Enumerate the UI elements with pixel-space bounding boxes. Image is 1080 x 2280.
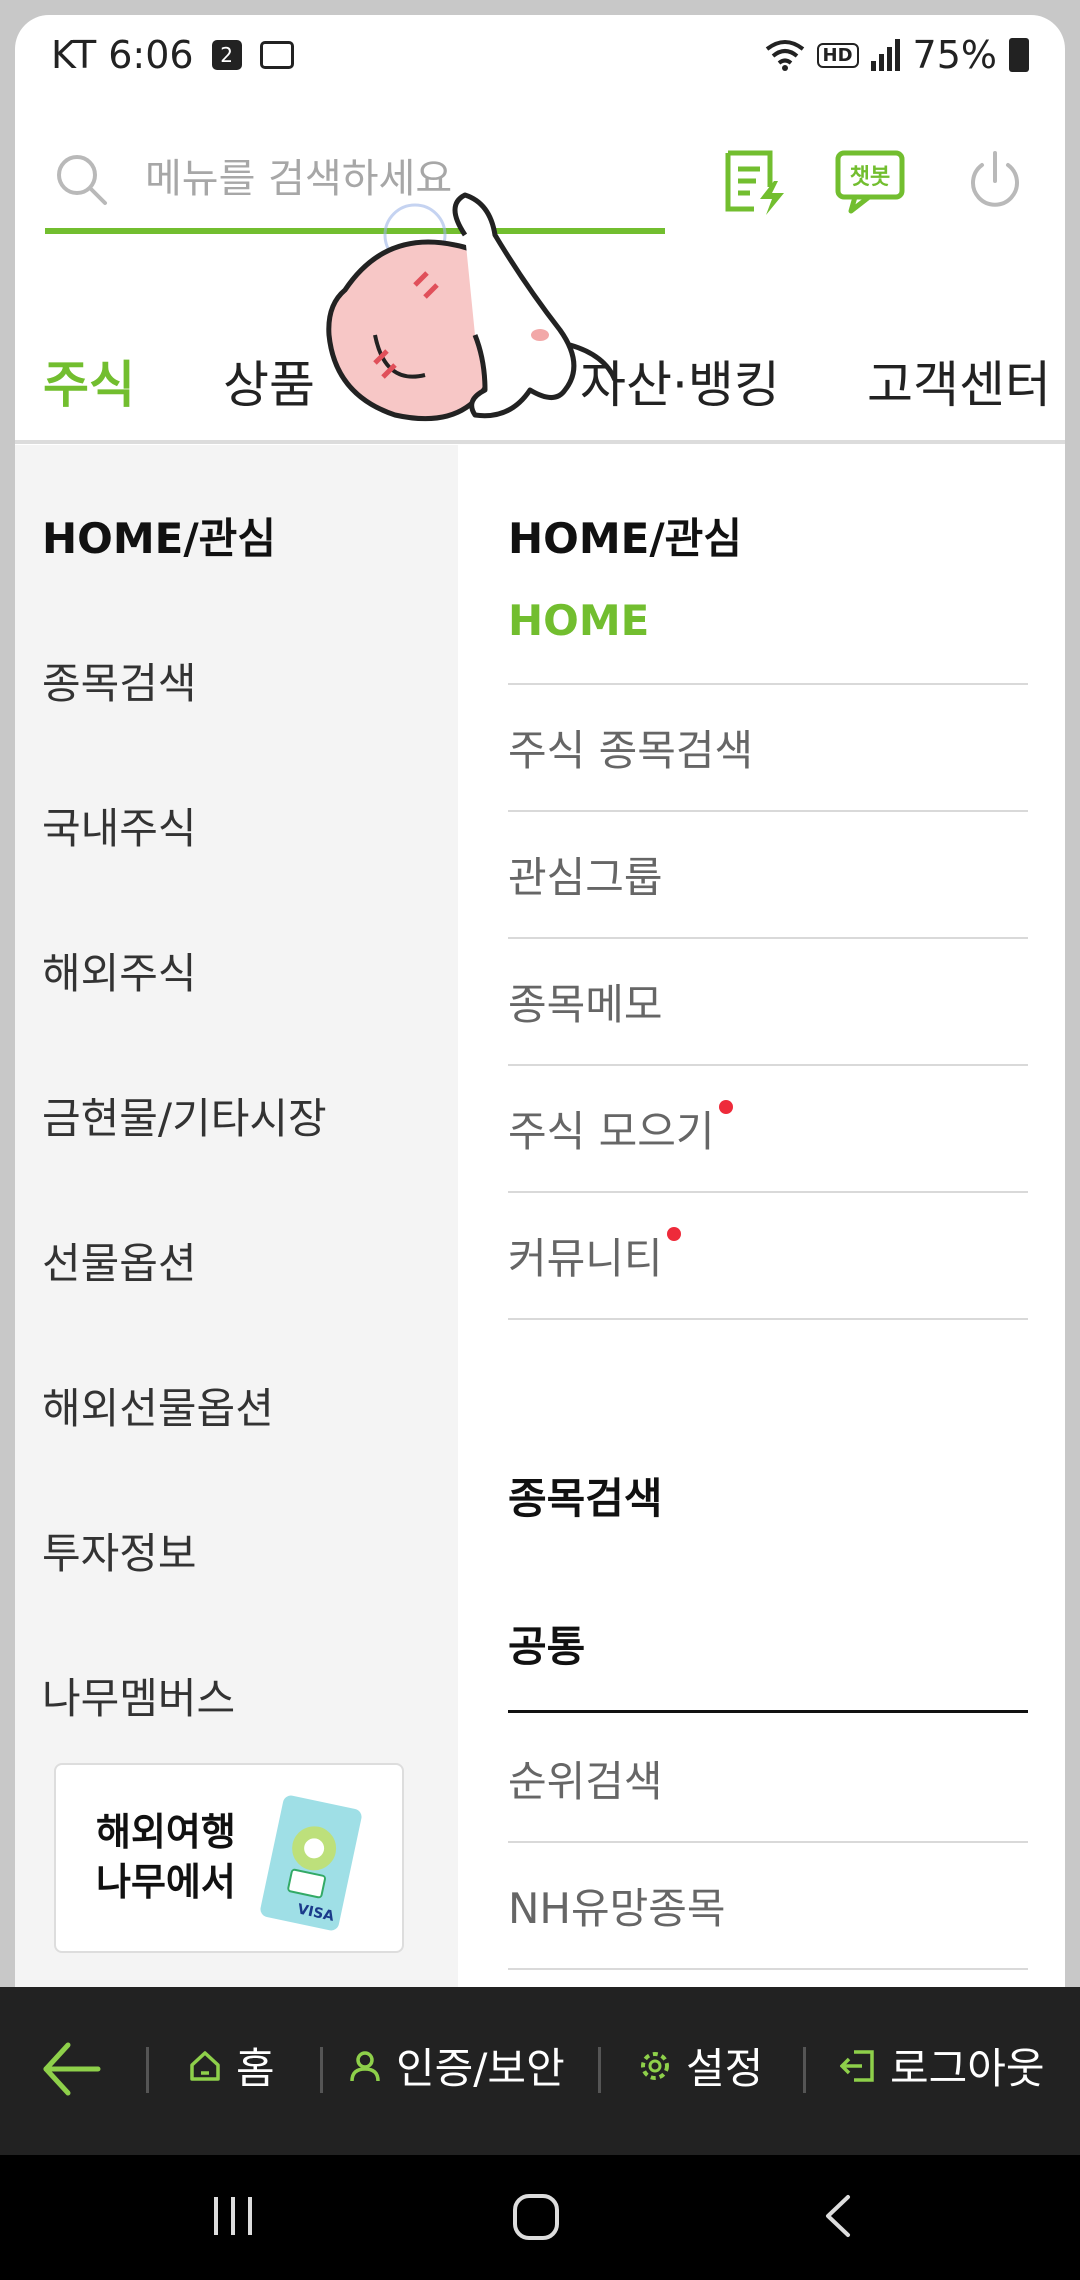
menu-item-stock-search[interactable]: 주식 종목검색 [508, 685, 1028, 812]
android-nav-bar [0, 2155, 1080, 2280]
subhead-common: 공통 [508, 1613, 1028, 1713]
tab-products[interactable]: 상품 [223, 345, 315, 417]
app-frame: KT 6:06 2 HD 75% 메뉴를 검색하세요 챗봇 주식 상품 자산·뱅… [15, 15, 1065, 2280]
home-icon [190, 2050, 220, 2081]
bottom-action-bar: 홈 인증/보안 설정 로그아웃 [0, 1987, 1080, 2155]
sidebar-item-home-watchlist[interactable]: HOME/관심 [42, 505, 276, 566]
section-title-stock-search: 종목검색 [508, 1474, 663, 1523]
sidebar-item-overseas-futures-options[interactable]: 해외선물옵션 [42, 1375, 274, 1436]
sidebar-item-domestic-stocks[interactable]: 국내주식 [42, 795, 197, 856]
logout-button[interactable]: 로그아웃 [840, 2035, 1045, 2096]
quick-order-icon[interactable] [720, 147, 790, 217]
back-nav-icon[interactable] [818, 2191, 858, 2241]
sidebar-item-overseas-stocks[interactable]: 해외주식 [42, 940, 197, 1001]
new-badge-dot [718, 1099, 733, 1114]
hd-voice-badge: HD [816, 42, 859, 68]
chatbot-icon[interactable]: 챗봇 [835, 147, 905, 217]
menu-item-stock-savings[interactable]: 주식 모으기 [508, 1066, 1028, 1193]
separator [598, 2047, 601, 2093]
menu-item-label: 관심그룹 [508, 853, 663, 902]
settings-button[interactable]: 설정 [638, 2035, 763, 2096]
carrier-time: KT 6:06 [51, 33, 194, 77]
tab-stocks[interactable]: 주식 [43, 345, 135, 417]
travel-card-image: VISA [260, 1795, 362, 1931]
menu-item-label: 주식 종목검색 [508, 726, 754, 775]
logout-icon [840, 2049, 874, 2082]
calendar-icon: 2 [211, 40, 242, 70]
sidebar-item-gold-other-markets[interactable]: 금현물/기타시장 [42, 1085, 327, 1146]
menu-item-home[interactable]: HOME [508, 558, 1028, 685]
menu-item-watch-group[interactable]: 관심그룹 [508, 812, 1028, 939]
sidebar-item-futures-options[interactable]: 선물옵션 [42, 1230, 197, 1291]
travel-card-promo-banner[interactable]: 해외여행 나무에서 VISA [54, 1763, 404, 1953]
auth-security-label: 인증/보안 [396, 2044, 565, 2093]
sidebar-item-investment-info[interactable]: 투자정보 [42, 1520, 197, 1581]
battery-icon [1009, 38, 1029, 72]
menu-item-label: HOME [508, 596, 650, 645]
sidebar-item-namu-members[interactable]: 나무멤버스 [42, 1665, 235, 1726]
menu-item-label: 커뮤니티 [508, 1234, 663, 1283]
peach-character-sticker[interactable] [315, 175, 655, 475]
promo-line-1: 해외여행 [96, 1810, 236, 1854]
logout-label: 로그아웃 [890, 2044, 1045, 2093]
battery-percent: 75% [912, 33, 997, 77]
home-label: 홈 [236, 2044, 275, 2093]
recent-apps-icon[interactable] [210, 2191, 256, 2241]
user-icon [350, 2050, 380, 2081]
home-button[interactable]: 홈 [188, 2035, 275, 2096]
menu-item-community[interactable]: 커뮤니티 [508, 1193, 1028, 1320]
home-nav-icon[interactable] [510, 2191, 562, 2243]
menu-content: HOME/관심 HOME 주식 종목검색 관심그룹 종목메모 주식 모으기 커뮤… [458, 445, 1065, 2000]
screen-record-icon [259, 41, 294, 69]
new-badge-dot [666, 1226, 681, 1241]
power-icon[interactable] [960, 147, 1030, 217]
section-title-home-watchlist: HOME/관심 [508, 514, 742, 563]
menu-item-label: NH유망종목 [508, 1884, 726, 1933]
search-icon[interactable] [53, 151, 109, 207]
chatbot-label: 챗봇 [850, 165, 890, 190]
menu-item-label: 종목메모 [508, 980, 663, 1029]
back-arrow-icon[interactable] [40, 2037, 104, 2101]
menu-item-label: 주식 모으기 [508, 1107, 715, 1156]
signal-icon [870, 39, 900, 71]
separator [320, 2047, 323, 2093]
promo-text: 해외여행 나무에서 [96, 1807, 236, 1907]
menu-item-stock-memo[interactable]: 종목메모 [508, 939, 1028, 1066]
separator [146, 2047, 149, 2093]
auth-security-button[interactable]: 인증/보안 [348, 2035, 565, 2096]
menu-item-nh-promising-stocks[interactable]: NH유망종목 [508, 1843, 1028, 1970]
menu-item-rank-search[interactable]: 순위검색 [508, 1716, 1028, 1843]
category-sidebar: HOME/관심 종목검색 국내주식 해외주식 금현물/기타시장 선물옵션 해외선… [15, 445, 458, 2000]
promo-line-2: 나무에서 [96, 1860, 236, 1904]
sidebar-item-stock-search[interactable]: 종목검색 [42, 650, 197, 711]
settings-label: 설정 [686, 2044, 764, 2093]
gear-icon [641, 2051, 669, 2080]
wifi-icon [765, 40, 804, 71]
tab-customer-center[interactable]: 고객센터 [867, 345, 1051, 417]
separator [803, 2047, 806, 2093]
menu-item-label: 순위검색 [508, 1757, 663, 1806]
status-bar: KT 6:06 2 HD 75% [15, 15, 1065, 95]
